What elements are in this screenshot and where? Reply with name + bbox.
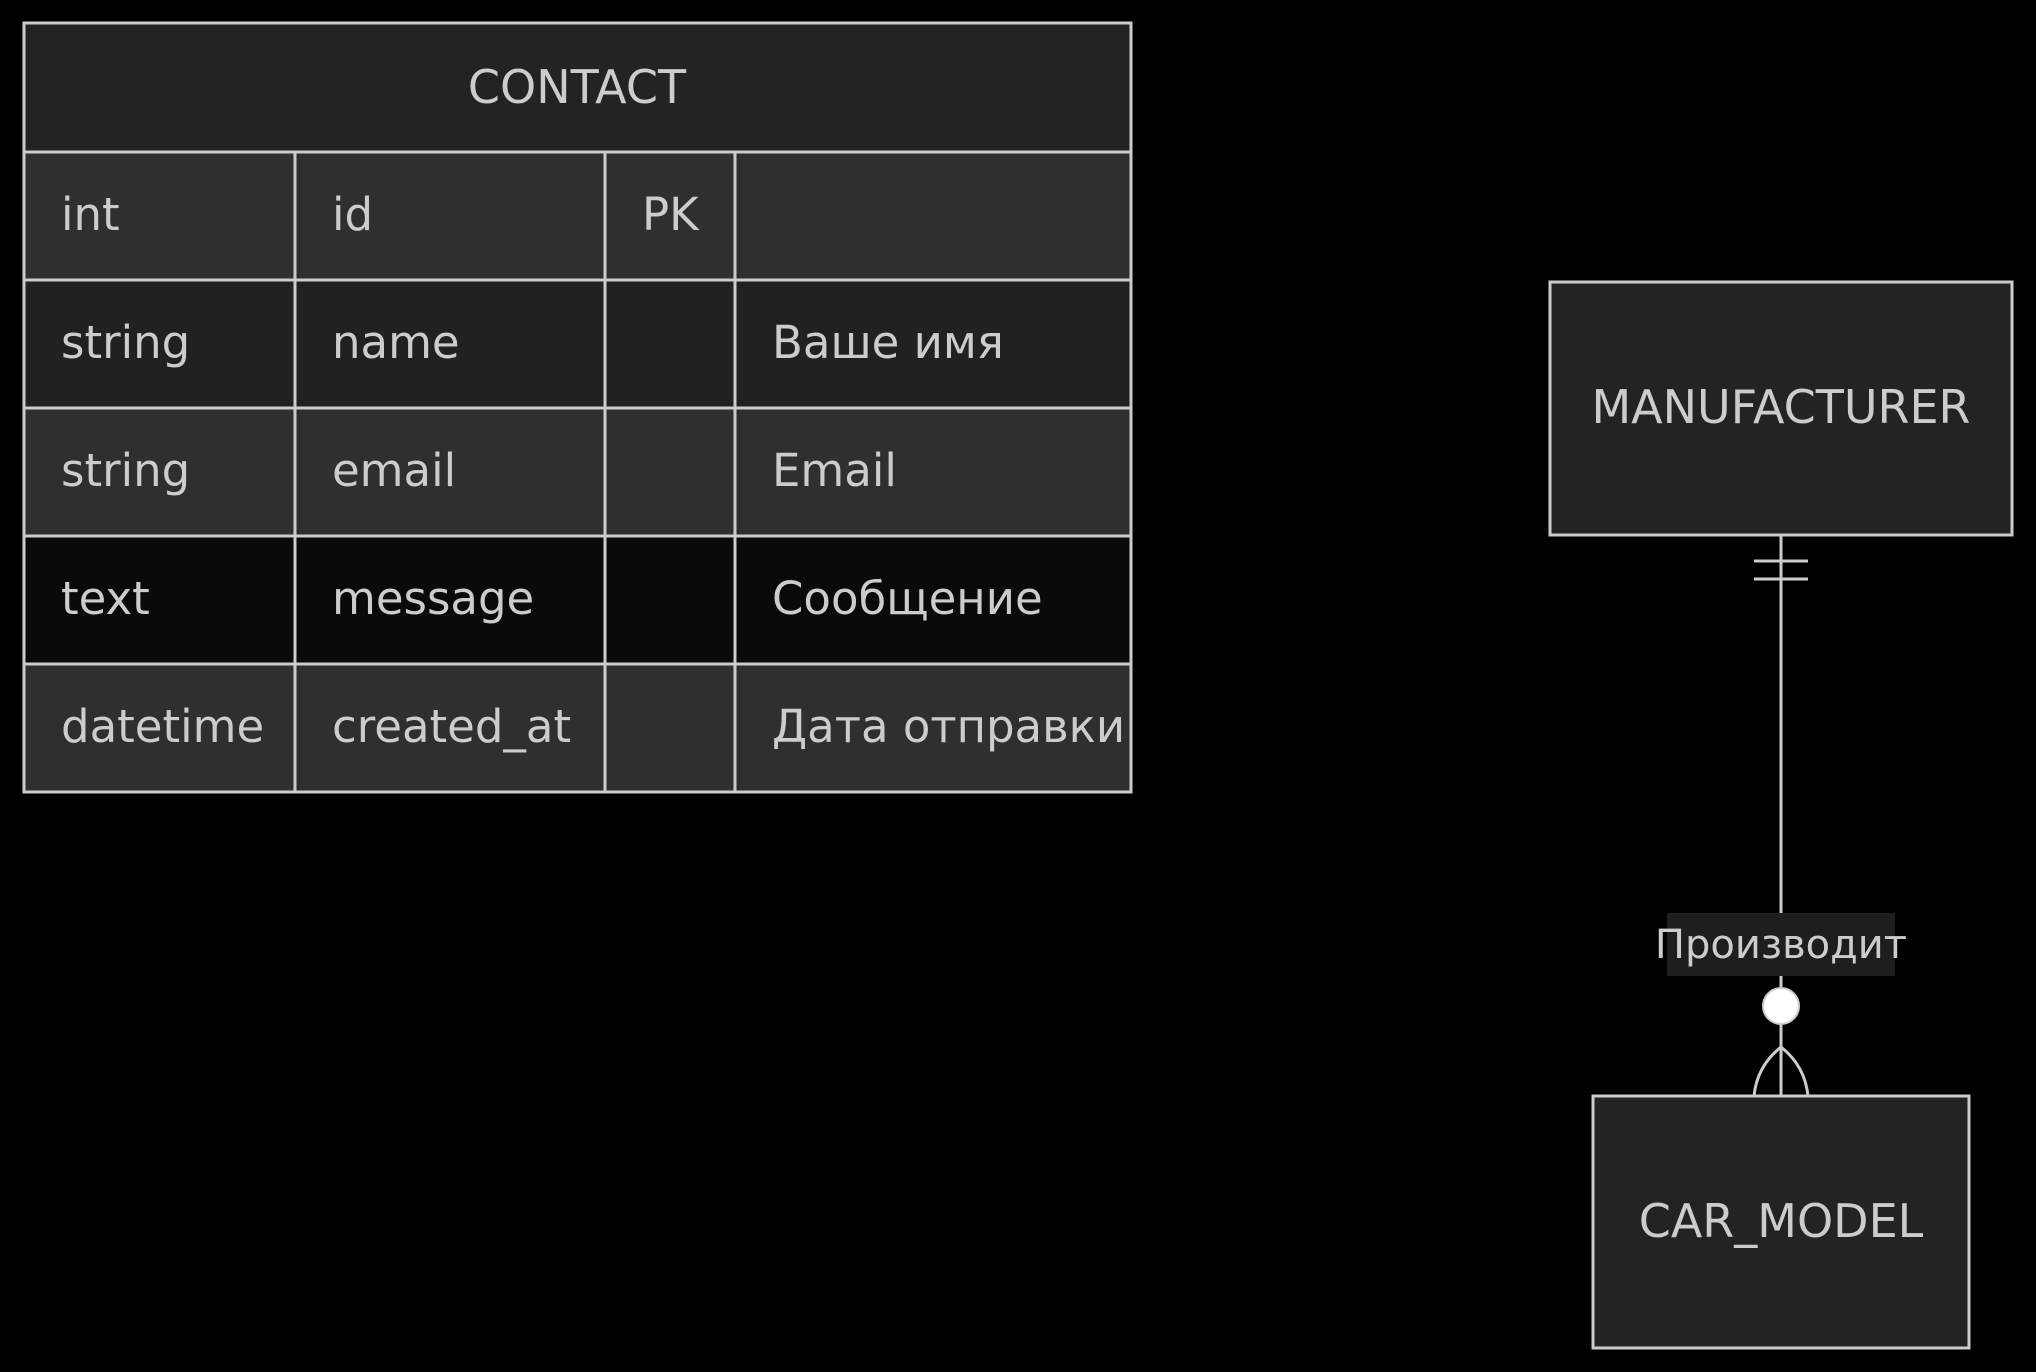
- attribute-type: int: [61, 188, 120, 241]
- relationship-manufacturer-car-model[interactable]: Производит: [1655, 535, 1907, 1097]
- relationship-label: Производит: [1655, 922, 1907, 968]
- crowfoot-marker: [1752, 1045, 1782, 1097]
- crowfoot-marker: [1780, 1045, 1810, 1097]
- contact-title: CONTACT: [468, 60, 687, 114]
- contact-attribute-row: string email Email: [22, 406, 1133, 538]
- entity-car-model[interactable]: CAR_MODEL: [1591, 1094, 1971, 1350]
- contact-attribute-row: datetime created_at Дата отправки: [22, 662, 1133, 794]
- entity-contact[interactable]: CONTACT int id PK string name Ваше имя s…: [22, 21, 1133, 794]
- contact-attribute-row: int id PK: [22, 150, 1133, 282]
- attribute-name: created_at: [332, 700, 571, 753]
- er-diagram: CONTACT int id PK string name Ваше имя s…: [22, 21, 2014, 1350]
- entity-manufacturer[interactable]: MANUFACTURER: [1548, 280, 2014, 537]
- attribute-name: message: [332, 572, 534, 625]
- car-model-title: CAR_MODEL: [1639, 1194, 1924, 1248]
- contact-attribute-row: text message Сообщение: [22, 534, 1133, 666]
- attribute-name: email: [332, 444, 456, 497]
- contact-row-bg: [22, 150, 1133, 282]
- attribute-name: id: [332, 188, 373, 241]
- attribute-type: string: [61, 316, 190, 369]
- attribute-type: text: [61, 572, 150, 625]
- attribute-key: PK: [642, 188, 700, 241]
- attribute-comment: Сообщение: [772, 572, 1043, 625]
- attribute-type: datetime: [61, 700, 264, 753]
- contact-attribute-row: string name Ваше имя: [22, 278, 1133, 410]
- attribute-comment: Ваше имя: [772, 316, 1004, 369]
- manufacturer-title: MANUFACTURER: [1591, 380, 1970, 434]
- attribute-type: string: [61, 444, 190, 497]
- zero-marker-circle: [1762, 987, 1800, 1025]
- attribute-comment: Email: [772, 444, 897, 497]
- attribute-comment: Дата отправки: [772, 700, 1125, 753]
- attribute-name: name: [332, 316, 460, 369]
